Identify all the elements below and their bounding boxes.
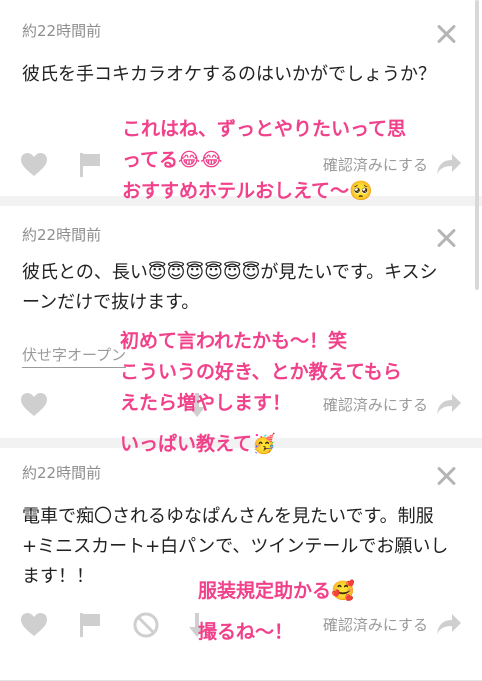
scrollbar[interactable]	[475, 0, 479, 290]
post-timestamp: 約22時間前	[22, 226, 102, 244]
share-arrow-icon[interactable]	[436, 612, 462, 636]
heart-icon[interactable]	[20, 152, 48, 178]
close-icon[interactable]	[436, 228, 456, 248]
close-icon[interactable]	[436, 466, 456, 486]
question-text: 彼氏を手コキカラオケするのはいかがでしょうか？	[22, 64, 436, 85]
answer-line: こういうの好き、とか教えてもら	[120, 361, 402, 383]
answer-line: 初めて言われたかも〜！笑	[120, 330, 348, 352]
block-icon[interactable]	[133, 612, 159, 638]
answer-line: これはね、ずっとやりたいって思	[122, 118, 407, 140]
flag-icon[interactable]	[78, 612, 102, 638]
answer-overlay: 初めて言われたかも〜！笑 こういうの好き、とか教えてもら えたら増やします！ い…	[120, 326, 402, 460]
question-text: 彼氏との、長い😇😇😇😇😇😇が見たいです。キスシーンだけで抜けます。	[22, 262, 438, 313]
answer-line: えたら増やします！	[120, 392, 292, 414]
answer-line: いっぱい教えて🥳	[120, 433, 276, 455]
answer-line: 撮るね〜！	[198, 621, 294, 643]
answer-overlay: 服装規定助かる🥰 撮るね〜！	[198, 576, 355, 648]
flag-icon[interactable]	[78, 152, 102, 178]
heart-icon[interactable]	[20, 392, 48, 418]
answer-line: ってる😂😂	[122, 149, 223, 171]
post-timestamp: 約22時間前	[22, 464, 102, 482]
share-arrow-icon[interactable]	[436, 392, 462, 416]
share-arrow-icon[interactable]	[436, 152, 462, 176]
spoiler-open-link[interactable]: 伏せ字オープン	[22, 344, 127, 368]
close-icon[interactable]	[436, 24, 456, 44]
answer-line: おすすめホテルおしえて〜🥺	[122, 180, 373, 202]
heart-icon[interactable]	[20, 612, 48, 638]
answer-line: 服装規定助かる🥰	[198, 580, 355, 602]
post-timestamp: 約22時間前	[22, 22, 102, 40]
answer-overlay: これはね、ずっとやりたいって思 ってる😂😂 おすすめホテルおしえて〜🥺	[122, 114, 406, 207]
